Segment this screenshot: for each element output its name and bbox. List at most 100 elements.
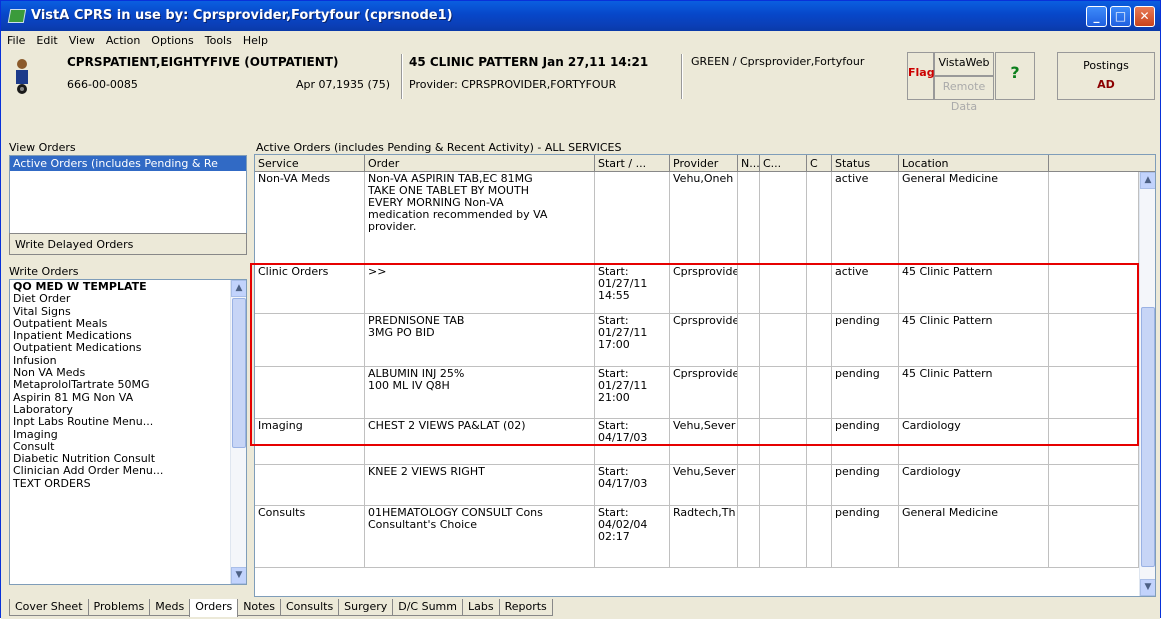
location-cell: 45 Clinic Pattern bbox=[899, 265, 1049, 313]
tab-cover-sheet[interactable]: Cover Sheet bbox=[9, 599, 89, 616]
order-cell: CHEST 2 VIEWS PA&LAT (02) bbox=[365, 419, 595, 464]
patient-header: CPRSPATIENT,EIGHTYFIVE (OUTPATIENT) 666-… bbox=[1, 50, 1160, 132]
postings-label: Postings bbox=[1083, 59, 1129, 72]
orders-grid-header: Service Order Start / ... Provider N... C... C… bbox=[255, 155, 1155, 172]
col-location-header[interactable]: Location bbox=[899, 155, 1049, 172]
order-row[interactable]: KNEE 2 VIEWS RIGHT Start: 04/17/03 Vehu,Se… bbox=[255, 465, 1139, 506]
write-order-item[interactable]: Inpt Labs Routine Menu... bbox=[13, 415, 243, 428]
start-cell: Start: 01/27/11 21:00 bbox=[595, 367, 670, 418]
flag-cell bbox=[738, 265, 760, 313]
write-orders-list[interactable]: QO MED W TEMPLATE Diet Order Vital Signs Ou… bbox=[9, 279, 247, 585]
col-start-header[interactable]: Start / ... bbox=[595, 155, 670, 172]
menu-help[interactable]: Help bbox=[237, 31, 273, 47]
tab-reports[interactable]: Reports bbox=[498, 599, 553, 616]
menu-tools[interactable]: Tools bbox=[199, 31, 237, 47]
order-row[interactable]: ALBUMIN INJ 25% 100 ML IV Q8H Start: 01/2… bbox=[255, 367, 1139, 419]
provider-cell: Vehu,Oneh bbox=[670, 172, 738, 264]
order-cell: >> bbox=[365, 265, 595, 313]
remote-data-button[interactable]: Remote Data bbox=[934, 76, 994, 113]
col-c-header[interactable]: C... bbox=[760, 155, 807, 172]
tab-labs[interactable]: Labs bbox=[462, 599, 500, 616]
service-cell: Consults bbox=[255, 506, 365, 567]
col-status-header[interactable]: Status bbox=[832, 155, 899, 172]
tab-problems[interactable]: Problems bbox=[87, 599, 151, 616]
scroll-thumb[interactable] bbox=[1141, 307, 1155, 567]
write-order-item[interactable]: MetaprololTartrate 50MG bbox=[13, 379, 243, 392]
service-cell bbox=[255, 465, 365, 505]
status-cell: pending bbox=[832, 465, 899, 505]
tab-surgery[interactable]: Surgery bbox=[338, 599, 394, 616]
menu-action[interactable]: Action bbox=[100, 31, 145, 47]
primary-care-team[interactable]: GREEN / Cprsprovider,Fortyfour bbox=[691, 55, 864, 68]
scroll-up-arrow-icon[interactable]: ▲ bbox=[231, 280, 246, 297]
tab-notes[interactable]: Notes bbox=[237, 599, 281, 616]
blank-cell bbox=[1049, 172, 1139, 264]
flag-cell bbox=[807, 367, 832, 418]
postings-button[interactable]: Postings AD bbox=[1057, 52, 1155, 100]
write-delayed-orders-button[interactable]: Write Delayed Orders bbox=[9, 233, 247, 255]
write-order-item[interactable]: Clinician Add Order Menu... bbox=[13, 465, 243, 478]
provider-cell: Cprsprovide bbox=[670, 265, 738, 313]
scroll-down-arrow-icon[interactable]: ▼ bbox=[231, 567, 246, 584]
col-provider-header[interactable]: Provider bbox=[670, 155, 738, 172]
write-orders-scrollbar[interactable]: ▲ ▼ bbox=[230, 280, 246, 584]
order-cell: KNEE 2 VIEWS RIGHT bbox=[365, 465, 595, 505]
order-row[interactable]: Clinic Orders >> Start: 01/27/11 14:55 Cprs… bbox=[255, 265, 1139, 314]
start-cell: Start: 01/27/11 17:00 bbox=[595, 314, 670, 366]
orders-grid-scrollbar[interactable]: ▲ ▼ bbox=[1139, 172, 1155, 596]
patient-name[interactable]: CPRSPATIENT,EIGHTYFIVE (OUTPATIENT) bbox=[67, 55, 338, 69]
write-order-item[interactable]: Diet Order bbox=[13, 292, 243, 305]
menu-options[interactable]: Options bbox=[145, 31, 198, 47]
tab-consults[interactable]: Consults bbox=[279, 599, 340, 616]
menu-bar: File Edit View Action Options Tools Help bbox=[1, 31, 1160, 50]
patient-icon[interactable] bbox=[13, 58, 31, 96]
postings-value: AD bbox=[1097, 78, 1115, 91]
provider-cell: Radtech,Th bbox=[670, 506, 738, 567]
tab-d-c-summ[interactable]: D/C Summ bbox=[392, 599, 463, 616]
write-order-item[interactable]: TEXT ORDERS bbox=[13, 477, 243, 490]
scroll-down-arrow-icon[interactable]: ▼ bbox=[1140, 579, 1155, 596]
tab-meds[interactable]: Meds bbox=[149, 599, 191, 616]
col-n-header[interactable]: N... bbox=[738, 155, 760, 172]
order-cell: ALBUMIN INJ 25% 100 ML IV Q8H bbox=[365, 367, 595, 418]
provider-cell: Vehu,Sever bbox=[670, 465, 738, 505]
scroll-thumb[interactable] bbox=[232, 298, 246, 448]
menu-view[interactable]: View bbox=[63, 31, 100, 47]
provider-cell: Vehu,Sever bbox=[670, 419, 738, 464]
col-service-header[interactable]: Service bbox=[255, 155, 365, 172]
col-order-header[interactable]: Order bbox=[365, 155, 595, 172]
order-row[interactable]: Imaging CHEST 2 VIEWS PA&LAT (02) Start: 0… bbox=[255, 419, 1139, 465]
blank-cell bbox=[1049, 506, 1139, 567]
scroll-up-arrow-icon[interactable]: ▲ bbox=[1140, 172, 1155, 189]
vistaweb-button[interactable]: VistaWeb bbox=[934, 52, 994, 76]
window-title: VistA CPRS in use by: Cprsprovider,Forty… bbox=[31, 8, 453, 23]
order-row[interactable]: PREDNISONE TAB 3MG PO BID Start: 01/27/11… bbox=[255, 314, 1139, 367]
view-orders-selected[interactable]: Active Orders (includes Pending & Re bbox=[10, 156, 246, 171]
encounter-title[interactable]: 45 CLINIC PATTERN Jan 27,11 14:21 bbox=[409, 55, 648, 69]
tab-orders[interactable]: Orders bbox=[189, 599, 239, 618]
view-orders-list[interactable]: Active Orders (includes Pending & Re bbox=[9, 155, 247, 237]
blank-cell bbox=[1049, 465, 1139, 505]
flag-button[interactable]: Flag bbox=[907, 52, 935, 100]
col-c2-header[interactable]: C bbox=[807, 155, 832, 172]
start-cell: Start: 01/27/11 14:55 bbox=[595, 265, 670, 313]
close-button[interactable]: ✕ bbox=[1134, 6, 1155, 27]
help-button[interactable]: ? bbox=[995, 52, 1035, 100]
order-row[interactable]: Consults 01HEMATOLOGY CONSULT Cons Consul… bbox=[255, 506, 1139, 568]
menu-edit[interactable]: Edit bbox=[30, 31, 62, 47]
minimize-button[interactable]: _ bbox=[1086, 6, 1107, 27]
flag-cell bbox=[760, 265, 807, 313]
menu-file[interactable]: File bbox=[1, 31, 30, 47]
write-order-item[interactable]: Outpatient Medications bbox=[13, 342, 243, 355]
location-cell: 45 Clinic Pattern bbox=[899, 314, 1049, 366]
order-row[interactable]: Non-VA Meds Non-VA ASPIRIN TAB,EC 81MG TA… bbox=[255, 172, 1139, 265]
write-order-item[interactable]: Imaging bbox=[13, 428, 243, 441]
flag-cell bbox=[807, 506, 832, 567]
flag-cell bbox=[760, 465, 807, 505]
order-cell: PREDNISONE TAB 3MG PO BID bbox=[365, 314, 595, 366]
status-cell: pending bbox=[832, 367, 899, 418]
orders-grid[interactable]: Service Order Start / ... Provider N... C... C… bbox=[254, 154, 1156, 597]
maximize-button[interactable]: □ bbox=[1110, 6, 1131, 27]
flag-cell bbox=[738, 506, 760, 567]
flag-cell bbox=[760, 367, 807, 418]
